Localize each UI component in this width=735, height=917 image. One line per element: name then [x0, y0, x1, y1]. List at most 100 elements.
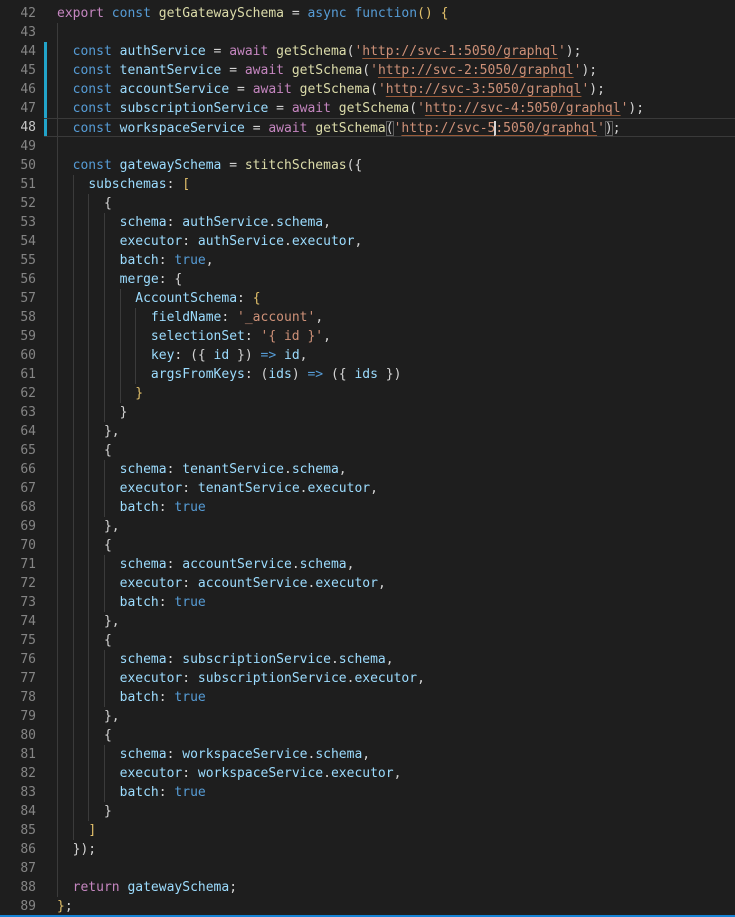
editor-line[interactable]: 49 — [0, 137, 735, 156]
code-token: }) — [378, 367, 401, 382]
line-number[interactable]: 46 — [0, 80, 44, 99]
editor-line[interactable]: 79 }, — [0, 707, 735, 726]
line-number[interactable]: 80 — [0, 726, 44, 745]
line-number[interactable]: 66 — [0, 460, 44, 479]
editor-line[interactable]: 72 executor: accountService.executor, — [0, 574, 735, 593]
line-number[interactable]: 79 — [0, 707, 44, 726]
editor-line[interactable]: 88 return gatewaySchema; — [0, 878, 735, 897]
editor-line[interactable]: 54 executor: authService.executor, — [0, 232, 735, 251]
editor-line[interactable]: 67 executor: tenantService.executor, — [0, 479, 735, 498]
editor-line[interactable]: 50 const gatewaySchema = stitchSchemas({ — [0, 156, 735, 175]
editor-line[interactable]: 58 fieldName: '_account', — [0, 308, 735, 327]
editor-line[interactable]: 68 batch: true — [0, 498, 735, 517]
editor-line[interactable]: 59 selectionSet: '{ id }', — [0, 327, 735, 346]
editor-line[interactable]: 62 } — [0, 384, 735, 403]
editor-line[interactable]: 83 batch: true — [0, 783, 735, 802]
editor-line[interactable]: 63 } — [0, 403, 735, 422]
editor-line[interactable]: 51 subschemas: [ — [0, 175, 735, 194]
line-number[interactable]: 64 — [0, 422, 44, 441]
line-number[interactable]: 67 — [0, 479, 44, 498]
editor-line[interactable]: 43 — [0, 23, 735, 42]
line-number[interactable]: 70 — [0, 536, 44, 555]
line-number[interactable]: 59 — [0, 327, 44, 346]
line-number[interactable]: 74 — [0, 612, 44, 631]
editor-line[interactable]: 47 const subscriptionService = await get… — [0, 99, 735, 118]
line-number[interactable]: 87 — [0, 859, 44, 878]
line-number[interactable]: 72 — [0, 574, 44, 593]
line-number[interactable]: 73 — [0, 593, 44, 612]
line-number[interactable]: 71 — [0, 555, 44, 574]
line-number[interactable]: 55 — [0, 251, 44, 270]
editor-line[interactable]: 53 schema: authService.schema, — [0, 213, 735, 232]
editor-line[interactable]: 87 — [0, 859, 735, 878]
line-number[interactable]: 89 — [0, 897, 44, 916]
editor-line[interactable]: 77 executor: subscriptionService.executo… — [0, 669, 735, 688]
line-number[interactable]: 45 — [0, 61, 44, 80]
editor-line[interactable]: 56 merge: { — [0, 270, 735, 289]
line-number[interactable]: 62 — [0, 384, 44, 403]
line-number[interactable]: 56 — [0, 270, 44, 289]
editor-line[interactable]: 46 const accountService = await getSchem… — [0, 80, 735, 99]
editor-line[interactable]: 70 { — [0, 536, 735, 555]
editor-line[interactable]: 69 }, — [0, 517, 735, 536]
editor-line[interactable]: 60 key: ({ id }) => id, — [0, 346, 735, 365]
line-number[interactable]: 42 — [0, 4, 44, 23]
editor-line[interactable]: 66 schema: tenantService.schema, — [0, 460, 735, 479]
editor-line[interactable]: 48 const workspaceService = await getSch… — [0, 118, 735, 137]
editor-line[interactable]: 57 AccountSchema: { — [0, 289, 735, 308]
code-token: '_account' — [237, 310, 315, 325]
line-number[interactable]: 48 — [0, 118, 44, 137]
line-number[interactable]: 86 — [0, 840, 44, 859]
editor-line[interactable]: 78 batch: true — [0, 688, 735, 707]
line-number[interactable]: 58 — [0, 308, 44, 327]
line-number[interactable]: 78 — [0, 688, 44, 707]
line-number[interactable]: 65 — [0, 441, 44, 460]
line-number[interactable]: 52 — [0, 194, 44, 213]
line-number[interactable]: 82 — [0, 764, 44, 783]
editor-line[interactable]: 61 argsFromKeys: (ids) => ({ ids }) — [0, 365, 735, 384]
editor-line[interactable]: 42export const getGatewaySchema = async … — [0, 4, 735, 23]
line-number[interactable]: 50 — [0, 156, 44, 175]
editor-line[interactable]: 73 batch: true — [0, 593, 735, 612]
editor-line[interactable]: 76 schema: subscriptionService.schema, — [0, 650, 735, 669]
editor-line[interactable]: 55 batch: true, — [0, 251, 735, 270]
line-number[interactable]: 60 — [0, 346, 44, 365]
line-number[interactable]: 47 — [0, 99, 44, 118]
line-number[interactable]: 63 — [0, 403, 44, 422]
line-number[interactable]: 68 — [0, 498, 44, 517]
line-number[interactable]: 44 — [0, 42, 44, 61]
editor-line[interactable]: 65 { — [0, 441, 735, 460]
line-number[interactable]: 85 — [0, 821, 44, 840]
editor-line[interactable]: 74 }, — [0, 612, 735, 631]
gutter-modified-indicator — [44, 42, 47, 61]
line-number[interactable]: 88 — [0, 878, 44, 897]
editor-line[interactable]: 44 const authService = await getSchema('… — [0, 42, 735, 61]
editor-line[interactable]: 80 { — [0, 726, 735, 745]
line-number[interactable]: 81 — [0, 745, 44, 764]
line-number[interactable]: 61 — [0, 365, 44, 384]
line-number[interactable]: 77 — [0, 669, 44, 688]
line-number[interactable]: 75 — [0, 631, 44, 650]
line-number[interactable]: 49 — [0, 137, 44, 156]
line-number[interactable]: 84 — [0, 802, 44, 821]
editor-line[interactable]: 86 }); — [0, 840, 735, 859]
line-number[interactable]: 43 — [0, 23, 44, 42]
line-number[interactable]: 53 — [0, 213, 44, 232]
line-number[interactable]: 76 — [0, 650, 44, 669]
editor-line[interactable]: 52 { — [0, 194, 735, 213]
editor-line[interactable]: 85 ] — [0, 821, 735, 840]
editor-line[interactable]: 84 } — [0, 802, 735, 821]
editor-line[interactable]: 71 schema: accountService.schema, — [0, 555, 735, 574]
line-number[interactable]: 57 — [0, 289, 44, 308]
editor-line[interactable]: 64 }, — [0, 422, 735, 441]
editor-line[interactable]: 75 { — [0, 631, 735, 650]
line-number[interactable]: 69 — [0, 517, 44, 536]
line-number[interactable]: 51 — [0, 175, 44, 194]
code-editor[interactable]: 42export const getGatewaySchema = async … — [0, 0, 735, 917]
editor-line[interactable]: 82 executor: workspaceService.executor, — [0, 764, 735, 783]
line-number[interactable]: 83 — [0, 783, 44, 802]
line-number[interactable]: 54 — [0, 232, 44, 251]
editor-line[interactable]: 81 schema: workspaceService.schema, — [0, 745, 735, 764]
editor-line[interactable]: 89}; — [0, 897, 735, 916]
editor-line[interactable]: 45 const tenantService = await getSchema… — [0, 61, 735, 80]
